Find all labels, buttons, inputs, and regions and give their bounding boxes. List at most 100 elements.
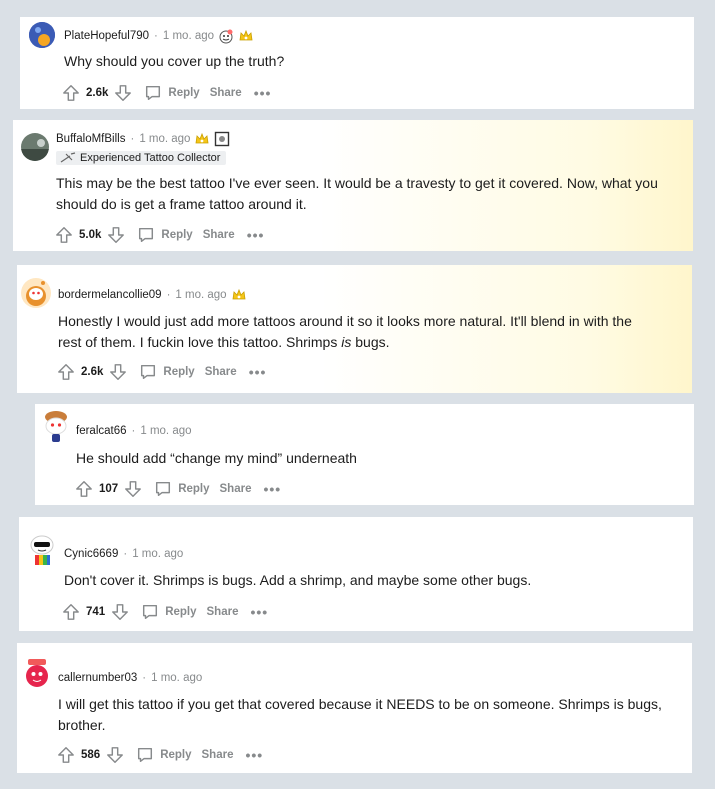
- upvote-icon[interactable]: [55, 361, 77, 383]
- username[interactable]: feralcat66: [76, 425, 127, 437]
- reply-label: Reply: [161, 229, 193, 241]
- snoo-avatar-icon: [26, 659, 48, 687]
- reply-button[interactable]: Reply: [139, 363, 195, 381]
- comment-text-line: rest of them. I fuckin love this tattoo.…: [58, 332, 632, 353]
- gold-crown-icon[interactable]: [238, 28, 254, 44]
- reply-button[interactable]: Reply: [154, 480, 210, 498]
- comment-meta: BuffaloMfBills · 1 mo. ago: [56, 131, 230, 147]
- more-options-button[interactable]: •••: [247, 228, 265, 242]
- gold-crown-icon[interactable]: [231, 287, 247, 303]
- downvote-icon[interactable]: [104, 744, 126, 766]
- upvote-icon[interactable]: [60, 601, 82, 623]
- share-button[interactable]: Share: [205, 366, 237, 378]
- username[interactable]: BuffaloMfBills: [56, 133, 125, 145]
- comment-body: This may be the best tattoo I've ever se…: [56, 173, 658, 215]
- share-button[interactable]: Share: [203, 229, 235, 241]
- avatar[interactable]: [21, 133, 49, 161]
- separator: ·: [123, 548, 128, 560]
- comment-bubble-icon: [141, 364, 156, 380]
- username[interactable]: bordermelancollie09: [58, 289, 162, 301]
- more-options-button[interactable]: •••: [249, 365, 267, 379]
- user-flair: Experienced Tattoo Collector: [56, 151, 227, 165]
- comment-card: BuffaloMfBills · 1 mo. ago Experienced T…: [13, 120, 693, 251]
- username[interactable]: callernumber03: [58, 672, 137, 684]
- comment-body: Why should you cover up the truth?: [64, 51, 284, 72]
- comment-bubble-icon: [143, 604, 158, 620]
- avatar[interactable]: [21, 278, 51, 308]
- snoo-avatar-icon: [29, 22, 55, 48]
- username[interactable]: PlateHopeful790: [64, 30, 149, 42]
- comment-actions: 107 Reply Share •••: [73, 478, 281, 500]
- comment-actions: 586 Reply Share •••: [55, 744, 263, 766]
- reply-button[interactable]: Reply: [136, 746, 192, 764]
- comment-card: bordermelancollie09 · 1 mo. ago Honestly…: [17, 265, 692, 393]
- comment-actions: 741 Reply Share •••: [60, 601, 268, 623]
- comment-text-line: brother.: [58, 717, 106, 733]
- comment-text-line: Honestly I would just add more tattoos a…: [58, 313, 632, 329]
- avatar[interactable]: [29, 22, 55, 48]
- upvote-icon[interactable]: [53, 224, 75, 246]
- flair-text: Experienced Tattoo Collector: [80, 152, 221, 164]
- timestamp[interactable]: 1 mo. ago: [132, 548, 183, 560]
- share-button[interactable]: Share: [220, 483, 252, 495]
- share-button[interactable]: Share: [207, 606, 239, 618]
- share-button[interactable]: Share: [202, 749, 234, 761]
- more-options-button[interactable]: •••: [245, 748, 263, 762]
- upvote-icon[interactable]: [55, 744, 77, 766]
- separator: ·: [154, 30, 158, 42]
- downvote-icon[interactable]: [105, 224, 127, 246]
- username[interactable]: Cynic6669: [64, 548, 118, 560]
- more-options-button[interactable]: •••: [254, 86, 272, 100]
- comment-text-line: He should add “change my mind” underneat…: [76, 450, 357, 466]
- comment-bubble-icon: [156, 481, 171, 497]
- downvote-icon[interactable]: [107, 361, 129, 383]
- comment-body: I will get this tattoo if you get that c…: [58, 694, 662, 736]
- framed-award-icon[interactable]: [214, 131, 230, 147]
- reply-button[interactable]: Reply: [137, 226, 193, 244]
- avatar[interactable]: [28, 531, 56, 569]
- reply-button[interactable]: Reply: [141, 603, 197, 621]
- separator: ·: [166, 289, 171, 301]
- comment-text-line: Why should you cover up the truth?: [64, 53, 285, 69]
- reply-label: Reply: [168, 87, 200, 99]
- tattoo-machine-icon: [60, 152, 76, 163]
- comment-body: He should add “change my mind” underneat…: [76, 448, 357, 469]
- reply-label: Reply: [178, 483, 210, 495]
- downvote-icon[interactable]: [112, 82, 134, 104]
- more-options-button[interactable]: •••: [263, 482, 281, 496]
- downvote-icon[interactable]: [122, 478, 144, 500]
- vote-score: 2.6k: [81, 366, 104, 378]
- timestamp[interactable]: 1 mo. ago: [139, 133, 190, 145]
- comment-bubble-icon: [139, 227, 154, 243]
- share-button[interactable]: Share: [210, 87, 242, 99]
- avatar[interactable]: [24, 658, 50, 690]
- comment-body: Honestly I would just add more tattoos a…: [58, 311, 632, 353]
- comment-actions: 5.0k Reply Share •••: [53, 224, 264, 246]
- avatar[interactable]: [42, 409, 70, 445]
- timestamp[interactable]: 1 mo. ago: [175, 289, 226, 301]
- comment-text-line: I will get this tattoo if you get that c…: [58, 696, 662, 712]
- gold-crown-icon[interactable]: [194, 131, 210, 147]
- comment-text-segment: bugs.: [351, 334, 390, 350]
- downvote-icon[interactable]: [109, 601, 131, 623]
- timestamp[interactable]: 1 mo. ago: [151, 672, 202, 684]
- comment-bubble-icon: [138, 747, 153, 763]
- comment-text-line: Don't cover it. Shrimps is bugs. Add a s…: [64, 572, 532, 588]
- comment-card: callernumber03 · 1 mo. ago I will get th…: [17, 643, 692, 773]
- wholesome-seal-icon[interactable]: [218, 28, 234, 44]
- vote-score: 107: [99, 483, 119, 495]
- upvote-icon[interactable]: [60, 82, 82, 104]
- comment-meta: bordermelancollie09 · 1 mo. ago: [58, 287, 247, 303]
- timestamp[interactable]: 1 mo. ago: [163, 30, 214, 42]
- comment-body: Don't cover it. Shrimps is bugs. Add a s…: [64, 570, 531, 591]
- reply-label: Reply: [160, 749, 192, 761]
- separator: ·: [130, 133, 135, 145]
- comment-text-segment: rest of them. I fuckin love this tattoo.…: [58, 334, 342, 350]
- reply-label: Reply: [163, 366, 195, 378]
- timestamp[interactable]: 1 mo. ago: [140, 425, 191, 437]
- more-options-button[interactable]: •••: [250, 605, 268, 619]
- reply-button[interactable]: Reply: [144, 84, 200, 102]
- comment-meta: PlateHopeful790 · 1 mo. ago: [64, 28, 254, 44]
- snoo-avatar-icon: [21, 278, 51, 308]
- upvote-icon[interactable]: [73, 478, 95, 500]
